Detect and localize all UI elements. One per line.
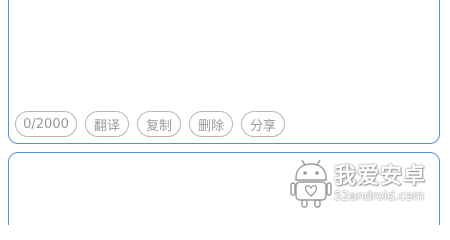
translation-output[interactable] — [19, 163, 429, 225]
share-button[interactable]: 分享 — [241, 111, 286, 137]
character-counter: 0/2000 — [15, 111, 77, 137]
action-toolbar: 0/2000 翻译 复制 删除 分享 — [15, 111, 286, 137]
translator-screen: 0/2000 翻译 复制 删除 分享 我爱安卓 52android.com — [0, 0, 450, 225]
output-card — [8, 152, 440, 225]
delete-button[interactable]: 删除 — [189, 111, 234, 137]
translate-button[interactable]: 翻译 — [85, 111, 130, 137]
source-text-input[interactable] — [19, 7, 429, 103]
copy-button[interactable]: 复制 — [137, 111, 182, 137]
input-card: 0/2000 翻译 复制 删除 分享 — [8, 0, 440, 144]
